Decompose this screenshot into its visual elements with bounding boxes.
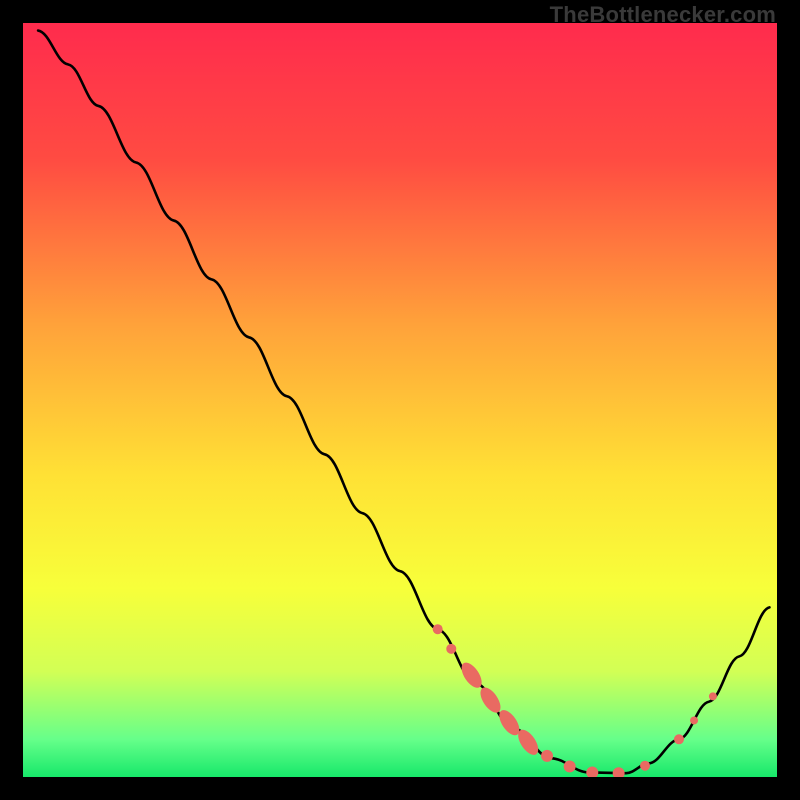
- data-marker: [446, 644, 456, 654]
- data-marker: [674, 734, 684, 744]
- chart-background: [23, 23, 777, 777]
- bottleneck-chart: [23, 23, 777, 777]
- data-marker: [690, 716, 698, 724]
- chart-frame: [23, 23, 777, 777]
- data-marker: [640, 761, 650, 771]
- data-marker: [709, 692, 717, 700]
- data-marker: [564, 760, 576, 772]
- watermark-text: TheBottlenecker.com: [550, 2, 776, 28]
- data-marker: [541, 750, 553, 762]
- data-marker: [433, 624, 443, 634]
